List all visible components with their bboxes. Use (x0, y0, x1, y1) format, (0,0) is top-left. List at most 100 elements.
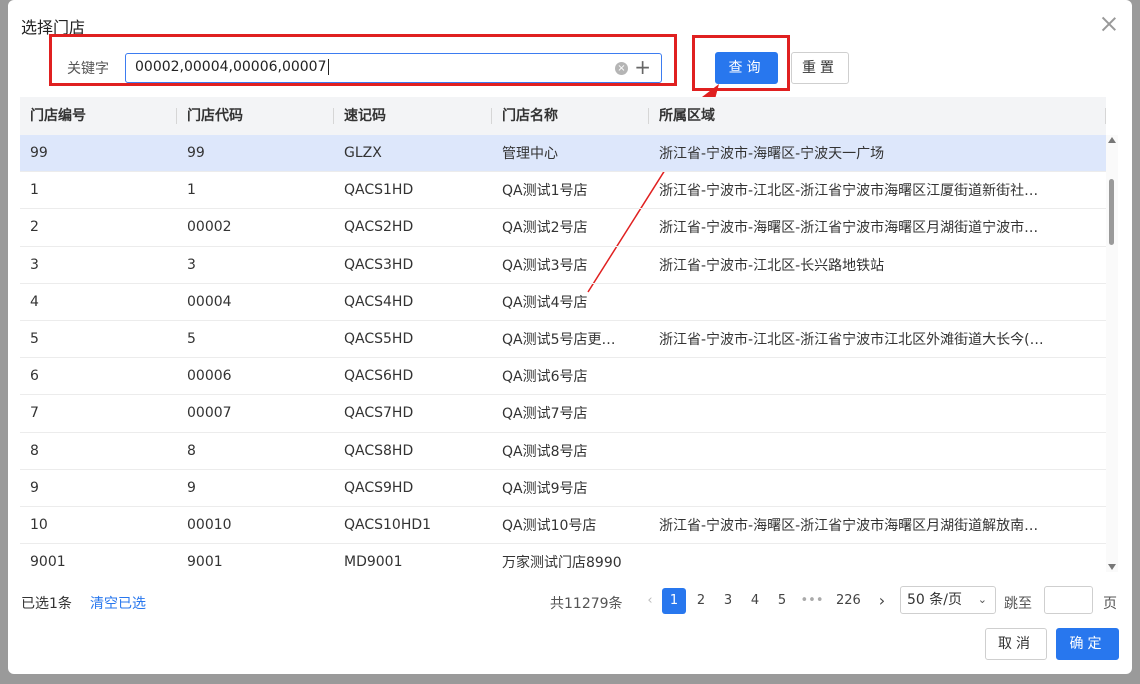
plus-icon[interactable]: + (634, 55, 651, 79)
scroll-down-icon[interactable] (1108, 564, 1116, 570)
cell-store-name: QA测试3号店 (502, 257, 588, 274)
table-row[interactable]: 1 1 QACS1HD QA测试1号店 浙江省-宁波市-江北区-浙江省宁波市海曙区江厦街… (20, 172, 1106, 210)
keyword-input[interactable]: 00002,00004,00006,00007 × + (125, 53, 662, 83)
cell-store-name: QA测试5号店更… (502, 332, 616, 349)
next-page-icon[interactable]: › (870, 588, 894, 614)
cell-store-number: 1 (30, 182, 39, 199)
page-unit-label: 页 (1103, 596, 1117, 612)
cell-region: 浙江省-宁波市-海曙区-浙江省宁波市海曙区月湖街道宁波市… (659, 220, 1039, 237)
confirm-button[interactable]: 确定 (1056, 628, 1119, 660)
chevron-down-icon: ⌄ (977, 593, 987, 606)
cell-store-name: QA测试9号店 (502, 480, 588, 497)
cell-store-number: 10 (30, 516, 48, 533)
column-header-store-number[interactable]: 门店编号 (20, 97, 177, 135)
prev-page-icon[interactable]: ‹ (638, 588, 662, 614)
cell-store-number: 99 (30, 145, 48, 162)
cell-store-name: QA测试6号店 (502, 369, 588, 386)
cell-store-number: 7 (30, 405, 39, 422)
cell-store-name: 万家测试门店8990 (502, 555, 622, 572)
table-row[interactable]: 8 8 QACS8HD QA测试8号店 (20, 433, 1106, 470)
page-3[interactable]: 3 (716, 588, 740, 614)
clear-input-icon[interactable]: × (615, 62, 628, 75)
column-header-shorthand-code[interactable]: 速记码 (334, 97, 492, 135)
cell-store-code: 00007 (187, 405, 232, 422)
table-row[interactable]: 3 3 QACS3HD QA测试3号店 浙江省-宁波市-江北区-长兴路地铁站 (20, 247, 1106, 284)
cell-store-number: 9 (30, 479, 39, 496)
page-226[interactable]: 226 (836, 588, 861, 614)
cell-store-name: QA测试7号店 (502, 406, 588, 423)
cell-region: 浙江省-宁波市-江北区-浙江省宁波市江北区外滩街道大长今(… (659, 332, 1044, 349)
cell-shorthand-code: QACS3HD (344, 256, 414, 273)
jump-page-input[interactable] (1044, 586, 1093, 614)
page-4[interactable]: 4 (743, 588, 767, 614)
page-1[interactable]: 1 (662, 588, 686, 614)
cell-store-code: 5 (187, 331, 196, 348)
table-body: 99 99 GLZX 管理中心 浙江省-宁波市-海曙区-宁波天一广场 1 1 QACS1HD Q… (20, 135, 1106, 572)
page-size-select[interactable]: 50 条/页 ⌄ (900, 586, 996, 614)
cell-shorthand-code: QACS7HD (344, 405, 414, 422)
cell-store-name: QA测试4号店 (502, 294, 588, 311)
page-5[interactable]: 5 (770, 588, 794, 614)
cell-store-number: 9001 (30, 554, 66, 571)
keyword-input-value[interactable]: 00002,00004,00006,00007 (135, 59, 329, 75)
cell-store-number: 6 (30, 368, 39, 385)
cell-store-code: 1 (187, 182, 196, 199)
table-row[interactable]: 9001 9001 MD9001 万家测试门店8990 (20, 544, 1106, 572)
cell-store-name: QA测试2号店 (502, 220, 588, 237)
cell-store-number: 2 (30, 219, 39, 236)
cell-region: 浙江省-宁波市-江北区-浙江省宁波市海曙区江厦街道新街社… (659, 183, 1039, 200)
selected-count: 已选1条 (21, 596, 72, 612)
column-header-region[interactable]: 所属区域 (649, 97, 1106, 135)
cell-store-code: 3 (187, 256, 196, 273)
table-row[interactable]: 99 99 GLZX 管理中心 浙江省-宁波市-海曙区-宁波天一广场 (20, 135, 1106, 173)
clear-selected-link[interactable]: 清空已选 (90, 593, 146, 613)
table-row[interactable]: 2 00002 QACS2HD QA测试2号店 浙江省-宁波市-海曙区-浙江省宁波市海曙… (20, 209, 1106, 247)
table-row[interactable]: 4 00004 QACS4HD QA测试4号店 (20, 284, 1106, 321)
cell-store-number: 5 (30, 331, 39, 348)
table-row[interactable]: 7 00007 QACS7HD QA测试7号店 (20, 395, 1106, 433)
page-ellipsis[interactable]: ••• (800, 588, 824, 614)
query-button[interactable]: 查询 (715, 52, 778, 84)
cell-shorthand-code: GLZX (344, 145, 382, 162)
cell-store-name: QA测试10号店 (502, 517, 597, 534)
cell-store-number: 3 (30, 256, 39, 273)
cancel-button[interactable]: 取消 (985, 628, 1047, 660)
cell-store-code: 00002 (187, 219, 232, 236)
column-header-store-name[interactable]: 门店名称 (492, 97, 649, 135)
cell-shorthand-code: QACS8HD (344, 442, 414, 459)
cell-shorthand-code: QACS6HD (344, 368, 414, 385)
cell-store-name: QA测试1号店 (502, 183, 588, 200)
table-row[interactable]: 5 5 QACS5HD QA测试5号店更… 浙江省-宁波市-江北区-浙江省宁波市江北区外… (20, 321, 1106, 359)
keyword-label: 关键字 (67, 61, 109, 77)
table-row[interactable]: 6 00006 QACS6HD QA测试6号店 (20, 358, 1106, 396)
page-size-value: 50 条/页 (907, 592, 962, 608)
total-count: 共11279条 (550, 596, 623, 612)
table-header: 门店编号 门店代码 速记码 门店名称 所属区域 (20, 97, 1106, 135)
cell-region: 浙江省-宁波市-海曙区-浙江省宁波市海曙区月湖街道解放南… (659, 517, 1039, 534)
page-2[interactable]: 2 (689, 588, 713, 614)
scroll-up-icon[interactable] (1108, 137, 1116, 143)
cell-store-code: 9001 (187, 554, 223, 571)
cell-store-number: 4 (30, 293, 39, 310)
jump-label: 跳至 (1004, 596, 1032, 612)
table-scrollbar[interactable] (1106, 135, 1118, 572)
cell-store-name: 管理中心 (502, 146, 558, 163)
reset-button[interactable]: 重置 (791, 52, 849, 84)
table-row[interactable]: 9 9 QACS9HD QA测试9号店 (20, 470, 1106, 507)
cell-store-name: QA测试8号店 (502, 443, 588, 460)
cell-shorthand-code: QACS1HD (344, 182, 414, 199)
select-store-dialog: 选择门店 关键字 00002,00004,00006,00007 × + 查询 … (8, 0, 1132, 674)
cell-store-code: 9 (187, 479, 196, 496)
table-row[interactable]: 10 00010 QACS10HD1 QA测试10号店 浙江省-宁波市-海曙区-浙江省宁… (20, 507, 1106, 545)
scroll-thumb[interactable] (1109, 179, 1114, 245)
cell-store-code: 8 (187, 442, 196, 459)
column-header-store-code[interactable]: 门店代码 (177, 97, 334, 135)
cell-store-number: 8 (30, 442, 39, 459)
cell-region: 浙江省-宁波市-江北区-长兴路地铁站 (659, 257, 885, 274)
cell-shorthand-code: QACS5HD (344, 331, 414, 348)
cell-store-code: 00006 (187, 368, 232, 385)
cell-shorthand-code: QACS9HD (344, 479, 414, 496)
cell-store-code: 00010 (187, 516, 232, 533)
cell-shorthand-code: QACS4HD (344, 293, 414, 310)
cell-region: 浙江省-宁波市-海曙区-宁波天一广场 (659, 146, 885, 163)
